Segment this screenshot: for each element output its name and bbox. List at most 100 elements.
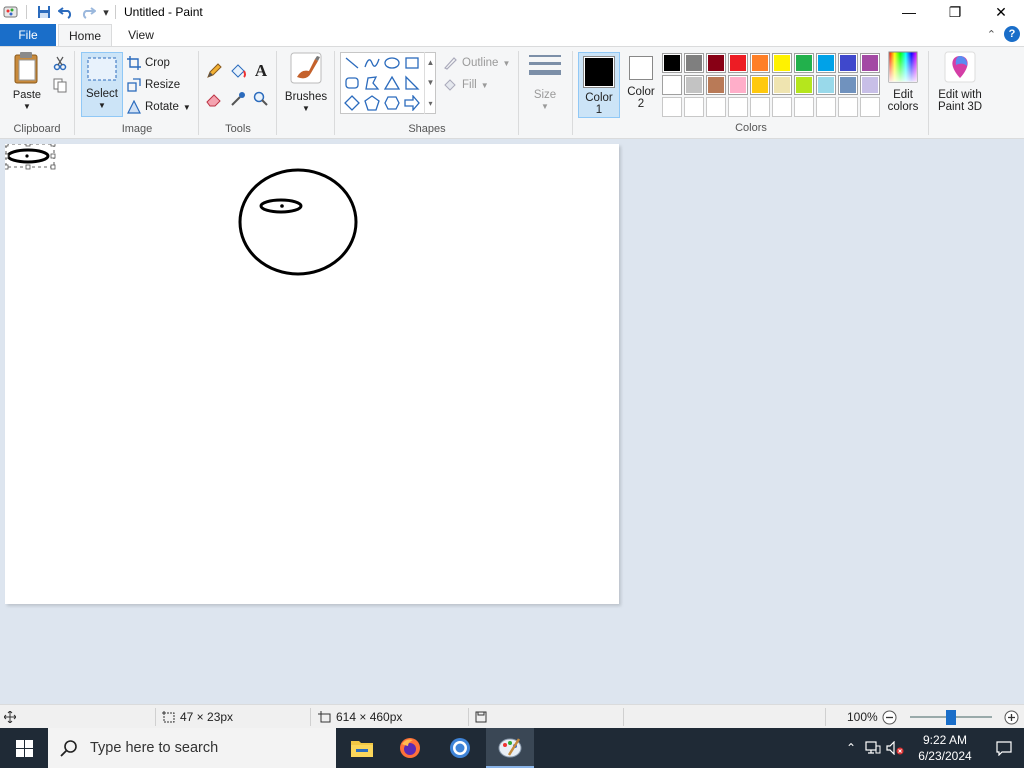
taskbar-search-box[interactable]: Type here to search <box>48 728 336 768</box>
diamond-shape-icon[interactable] <box>342 93 362 113</box>
paste-dropdown-icon[interactable]: ▼ <box>23 101 31 113</box>
pencil-icon[interactable] <box>204 61 224 81</box>
select-button[interactable]: Select ▼ <box>81 52 123 117</box>
tab-file[interactable]: File <box>0 24 56 46</box>
magnifier-icon[interactable] <box>251 89 271 109</box>
color-picker-icon[interactable] <box>228 89 248 109</box>
minimize-button[interactable]: — <box>886 0 932 24</box>
collapse-ribbon-icon[interactable]: ⌃ <box>987 28 996 41</box>
palette-swatch[interactable] <box>816 75 836 95</box>
color1-button[interactable]: Color 1 <box>578 52 620 118</box>
palette-swatch[interactable] <box>750 53 770 73</box>
start-button[interactable] <box>0 728 48 768</box>
palette-swatch[interactable] <box>750 75 770 95</box>
brushes-button[interactable]: Brushes ▼ <box>284 51 328 115</box>
edit-with-paint3d-button[interactable]: Edit with Paint 3D <box>934 51 986 113</box>
triangle-shape-icon[interactable] <box>382 73 402 93</box>
palette-swatch[interactable] <box>706 53 726 73</box>
restore-button[interactable]: ❐ <box>932 0 978 24</box>
fill-button[interactable]: Fill ▼ <box>442 75 489 95</box>
palette-swatch[interactable] <box>684 75 704 95</box>
custom-color-slot[interactable] <box>684 97 704 117</box>
rotate-button[interactable]: Rotate ▼ <box>127 97 191 117</box>
scroll-down-icon[interactable]: ▼ <box>427 78 435 87</box>
arrow-shape-icon[interactable] <box>402 93 422 113</box>
custom-color-slot[interactable] <box>706 97 726 117</box>
palette-swatch[interactable] <box>794 75 814 95</box>
custom-color-slot[interactable] <box>662 97 682 117</box>
palette-swatch[interactable] <box>772 75 792 95</box>
palette-swatch[interactable] <box>838 53 858 73</box>
custom-color-slot[interactable] <box>728 97 748 117</box>
show-hidden-icons-icon[interactable]: ⌃ <box>840 728 862 768</box>
polygon-shape-icon[interactable] <box>362 73 382 93</box>
more-shapes-icon[interactable]: ▾ <box>428 99 432 108</box>
outline-button[interactable]: Outline ▼ <box>442 53 510 73</box>
fill-dropdown-icon[interactable]: ▼ <box>481 81 489 90</box>
chrome-icon[interactable] <box>436 728 484 768</box>
palette-swatch[interactable] <box>860 75 880 95</box>
custom-color-slot[interactable] <box>772 97 792 117</box>
custom-color-slot[interactable] <box>750 97 770 117</box>
help-icon[interactable]: ? <box>1004 26 1020 42</box>
select-dropdown-icon[interactable]: ▼ <box>98 100 106 112</box>
resize-button[interactable]: Resize <box>127 75 180 95</box>
palette-swatch[interactable] <box>838 75 858 95</box>
rotate-dropdown-icon[interactable]: ▼ <box>183 103 191 112</box>
custom-color-slot[interactable] <box>794 97 814 117</box>
paint-taskbar-icon[interactable] <box>486 728 534 768</box>
paint-app-icon[interactable] <box>2 3 20 21</box>
zoom-out-button[interactable] <box>882 705 897 729</box>
edit-colors-button[interactable]: Edit colors <box>882 51 924 113</box>
custom-color-slot[interactable] <box>860 97 880 117</box>
shapes-scrollbar[interactable]: ▲ ▼ ▾ <box>424 52 436 114</box>
paste-button[interactable]: Paste ▼ <box>8 51 46 113</box>
palette-swatch[interactable] <box>816 53 836 73</box>
text-tool-icon[interactable]: A <box>251 61 271 81</box>
size-dropdown-icon[interactable]: ▼ <box>541 101 549 113</box>
customize-quick-access-dropdown[interactable]: ▾ <box>99 1 113 23</box>
tab-view[interactable]: View <box>114 24 168 46</box>
network-icon[interactable] <box>862 728 884 768</box>
rectangle-shape-icon[interactable] <box>402 53 422 73</box>
eraser-icon[interactable] <box>204 89 224 109</box>
palette-swatch[interactable] <box>684 53 704 73</box>
undo-icon[interactable] <box>55 1 77 23</box>
notifications-button[interactable] <box>984 728 1024 768</box>
line-shape-icon[interactable] <box>342 53 362 73</box>
scroll-up-icon[interactable]: ▲ <box>427 58 435 67</box>
zoom-slider-thumb[interactable] <box>946 710 956 725</box>
save-icon[interactable] <box>33 1 55 23</box>
rounded-rectangle-shape-icon[interactable] <box>342 73 362 93</box>
canvas-workspace[interactable] <box>0 140 1024 704</box>
curve-shape-icon[interactable] <box>362 53 382 73</box>
custom-color-slot[interactable] <box>816 97 836 117</box>
crop-button[interactable]: Crop <box>127 53 170 73</box>
cut-icon[interactable] <box>50 53 70 73</box>
palette-swatch[interactable] <box>728 75 748 95</box>
palette-swatch[interactable] <box>662 53 682 73</box>
right-triangle-shape-icon[interactable] <box>402 73 422 93</box>
volume-muted-icon[interactable] <box>884 728 906 768</box>
firefox-icon[interactable] <box>386 728 434 768</box>
palette-swatch[interactable] <box>728 53 748 73</box>
brushes-dropdown-icon[interactable]: ▼ <box>302 103 310 115</box>
zoom-in-button[interactable] <box>1004 705 1019 729</box>
file-explorer-icon[interactable] <box>338 728 386 768</box>
color2-button[interactable]: Color 2 <box>622 56 660 110</box>
tab-home[interactable]: Home <box>58 24 112 47</box>
taskbar-clock[interactable]: 9:22 AM 6/23/2024 <box>906 732 984 764</box>
redo-icon[interactable] <box>77 1 99 23</box>
palette-swatch[interactable] <box>794 53 814 73</box>
size-button[interactable]: Size ▼ <box>524 51 566 113</box>
oval-shape-icon[interactable] <box>382 53 402 73</box>
outline-dropdown-icon[interactable]: ▼ <box>502 59 510 68</box>
fill-bucket-icon[interactable] <box>228 61 248 81</box>
palette-swatch[interactable] <box>662 75 682 95</box>
drawing-canvas[interactable] <box>5 144 619 604</box>
hexagon-shape-icon[interactable] <box>382 93 402 113</box>
palette-swatch[interactable] <box>706 75 726 95</box>
palette-swatch[interactable] <box>772 53 792 73</box>
close-button[interactable]: ✕ <box>978 0 1024 24</box>
pentagon-shape-icon[interactable] <box>362 93 382 113</box>
